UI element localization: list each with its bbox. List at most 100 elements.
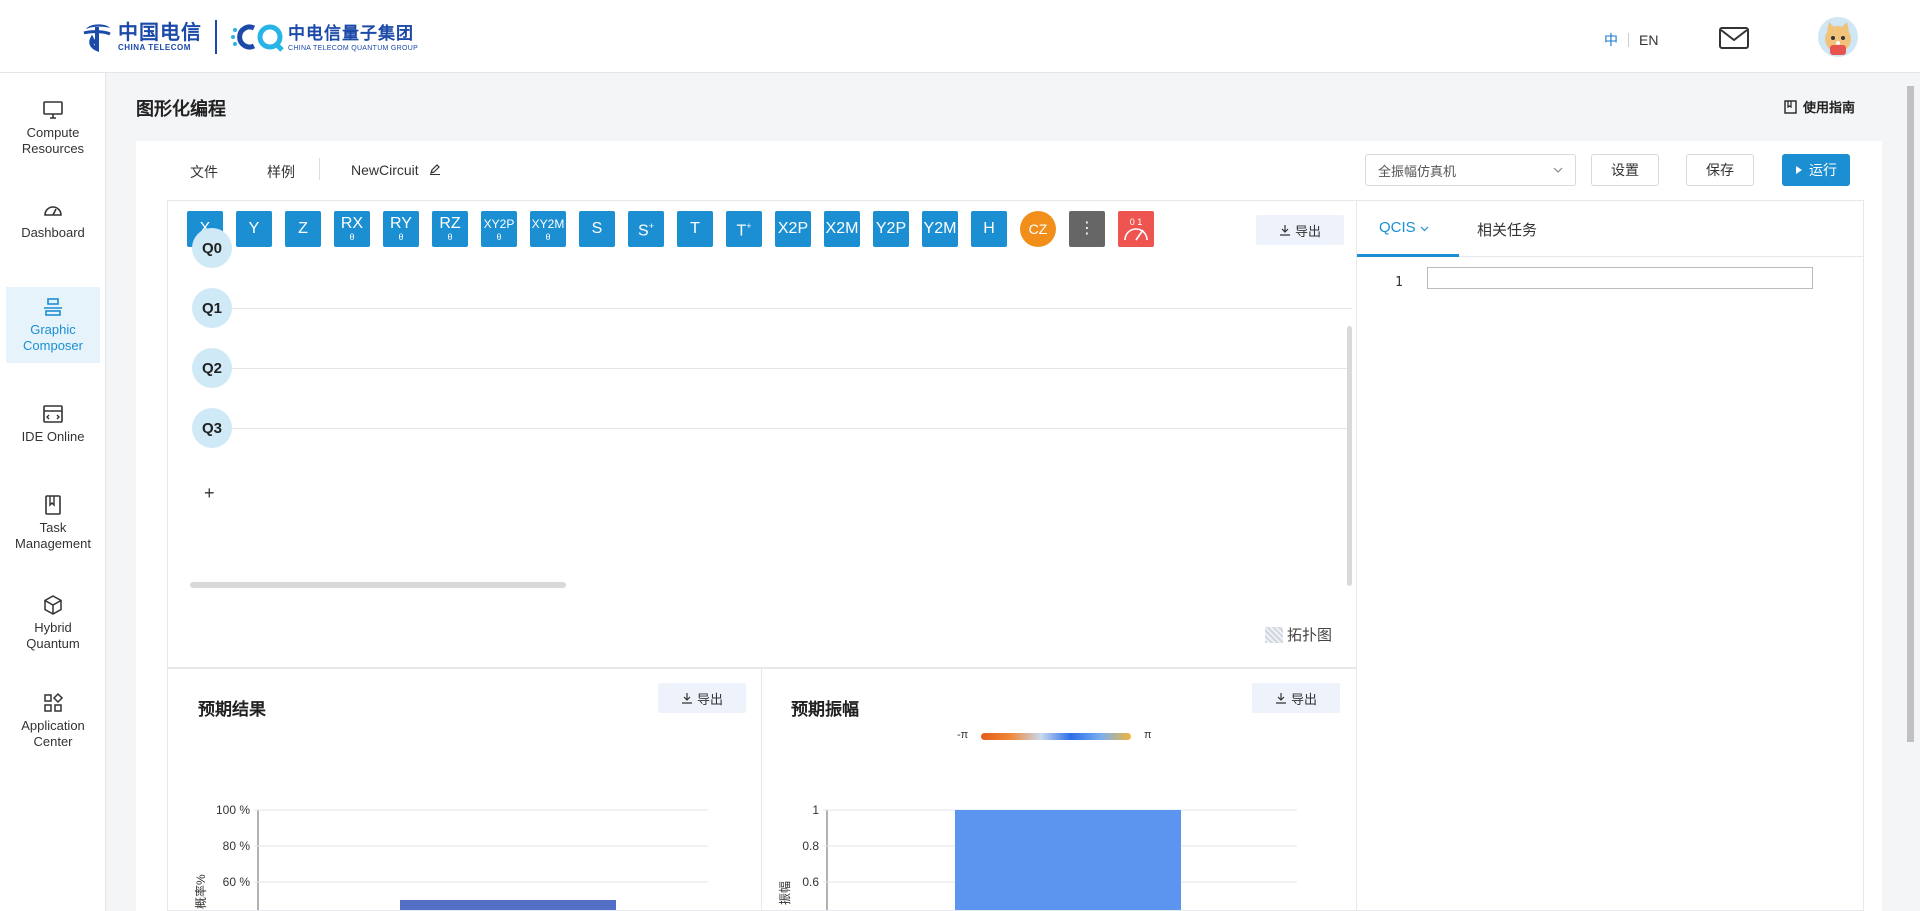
monitor-icon — [43, 101, 63, 119]
amplitude-export-button[interactable]: 导出 — [1252, 683, 1340, 713]
add-qubit-button[interactable]: + — [204, 483, 215, 504]
cube-icon — [44, 595, 62, 615]
composer-icon — [44, 298, 62, 316]
gate-t-dagger[interactable]: T+ — [726, 211, 762, 247]
sidebar-item-dashboard[interactable]: Dashboard — [6, 183, 100, 257]
phase-legend-min: -π — [957, 729, 969, 741]
run-button[interactable]: 运行 — [1782, 154, 1850, 186]
gate-y2p[interactable]: Y2P — [873, 211, 909, 247]
sidebar-item-compute-resources[interactable]: Compute Resources — [6, 91, 100, 165]
lang-en-option[interactable]: EN — [1639, 32, 1658, 48]
circuit-vertical-scrollbar[interactable] — [1347, 326, 1352, 586]
topology-label: 拓扑图 — [1287, 627, 1333, 644]
china-telecom-mark-icon — [83, 24, 111, 52]
circuit-name: NewCircuit — [351, 162, 419, 178]
qubit-label-q3[interactable]: Q3 — [192, 408, 232, 448]
qubit-wire-q1[interactable] — [232, 308, 1352, 309]
gate-barrier[interactable]: ⋮ — [1069, 211, 1105, 247]
page-vertical-scrollbar[interactable] — [1907, 86, 1914, 742]
download-icon — [1279, 225, 1290, 236]
user-avatar[interactable] — [1818, 17, 1858, 57]
circuit-horizontal-scrollbar[interactable] — [190, 582, 566, 588]
save-button[interactable]: 保存 — [1686, 154, 1754, 186]
gate-xy2m[interactable]: XY2M θ — [530, 211, 566, 247]
sidebar-label-dashboard: Dashboard — [21, 225, 85, 240]
sidebar-item-graphic-composer[interactable]: Graphic Composer — [6, 287, 100, 363]
gate-xy2p[interactable]: XY2P θ — [481, 211, 517, 247]
gate-t[interactable]: T — [677, 211, 713, 247]
guide-book-icon — [1784, 99, 1797, 114]
expected-amplitude-card: 预期振幅 导出 -π π 10.80.60.4 振幅 — [761, 668, 1357, 911]
bar[interactable] — [955, 810, 1181, 911]
gate-s-dagger[interactable]: S+ — [628, 211, 664, 247]
sidebar-item-task-management[interactable]: Task Management — [6, 481, 100, 565]
results-export-button[interactable]: 导出 — [658, 683, 746, 713]
mail-icon[interactable] — [1719, 27, 1749, 49]
topology-icon — [1265, 626, 1283, 643]
play-icon — [1796, 166, 1802, 174]
download-icon — [1275, 693, 1286, 704]
top-header: 中国电信 CHINA TELECOM 中电信量子集团 CHINA TELECOM… — [0, 0, 1920, 73]
gate-s[interactable]: S — [579, 211, 615, 247]
tab-qcis[interactable]: QCIS — [1379, 219, 1429, 236]
sidebar-label-ide-online: IDE Online — [21, 429, 85, 444]
y-tick-label: 1 — [812, 803, 819, 817]
sidebar-item-ide-online[interactable]: IDE Online — [6, 387, 100, 461]
gate-palette: X Y Z RXθ RYθ RZθ XY2Pθ XY2Mθ S S+ T T+ … — [168, 201, 1356, 255]
amplitude-export-label: 导出 — [1290, 691, 1317, 707]
user-guide-link[interactable]: 使用指南 — [1784, 97, 1855, 116]
sidebar-label-graphic-composer: Graphic Composer — [23, 322, 83, 353]
logo-ct-cn: 中国电信 — [118, 19, 202, 44]
composer-panel: 文件 样例 NewCircuit 全振幅仿真机 设置 保存 运行 X Y Z R… — [136, 141, 1882, 911]
y-tick-label: 80 % — [223, 839, 251, 853]
page-title: 图形化编程 — [136, 99, 226, 119]
qubit-label-q0[interactable]: Q0 — [192, 228, 232, 268]
logo-q-cn: 中电信量子集团 — [288, 23, 414, 43]
edit-pencil-icon[interactable] — [429, 163, 441, 175]
book-icon — [45, 495, 61, 515]
qubit-wire-q3[interactable] — [232, 428, 1352, 429]
qubit-wire-q2[interactable] — [232, 368, 1352, 369]
file-menu[interactable]: 文件 — [190, 162, 218, 182]
gate-h[interactable]: H — [971, 211, 1007, 247]
results-export-label: 导出 — [696, 691, 723, 707]
circuit-editor: X Y Z RXθ RYθ RZθ XY2Pθ XY2Mθ S S+ T T+ … — [167, 200, 1357, 668]
gate-rz[interactable]: RZ θ — [432, 211, 468, 247]
sidebar-label-task-management: Task Management — [15, 520, 91, 551]
quantum-mark-icon — [231, 24, 284, 52]
gate-measure[interactable]: 0 1 — [1118, 211, 1154, 247]
chevron-down-icon — [1553, 167, 1563, 173]
tab-related-tasks[interactable]: 相关任务 — [1477, 219, 1537, 240]
qubit-label-q1[interactable]: Q1 — [192, 288, 232, 328]
gate-cz[interactable]: CZ — [1020, 211, 1056, 247]
bar[interactable] — [400, 900, 616, 911]
expected-results-card: 预期结果 导出 100 %80 %60 %40 % 概率% — [167, 668, 762, 911]
chevron-down-icon — [1420, 226, 1429, 232]
simulator-select[interactable]: 全振幅仿真机 — [1365, 154, 1576, 186]
sidebar-label-hybrid-quantum: Hybrid Quantum — [26, 620, 80, 651]
settings-button[interactable]: 设置 — [1591, 154, 1659, 186]
sidebar-item-hybrid-quantum[interactable]: Hybrid Quantum — [6, 581, 100, 665]
gate-y2m[interactable]: Y2M — [922, 211, 958, 247]
sidebar-item-application-center[interactable]: Application Center — [6, 679, 100, 763]
circuit-export-label: 导出 — [1294, 223, 1321, 239]
code-editor-input[interactable] — [1427, 267, 1813, 289]
topology-button[interactable]: 拓扑图 — [1265, 624, 1332, 645]
expected-amplitude-title: 预期振幅 — [791, 700, 859, 719]
gate-rx[interactable]: RX θ — [334, 211, 370, 247]
examples-menu[interactable]: 样例 — [267, 162, 295, 182]
gate-y[interactable]: Y — [236, 211, 272, 247]
y-tick-label: 0.6 — [802, 875, 819, 889]
lang-zh-option[interactable]: 中 — [1604, 30, 1618, 50]
gate-z[interactable]: Z — [285, 211, 321, 247]
gate-ry[interactable]: RY θ — [383, 211, 419, 247]
gate-x2p[interactable]: X2P — [775, 211, 811, 247]
gate-x2m[interactable]: X2M — [824, 211, 860, 247]
phase-legend-max: π — [1144, 729, 1152, 741]
logo-divider — [215, 20, 217, 54]
circuit-export-button[interactable]: 导出 — [1256, 215, 1344, 245]
qubit-label-q2[interactable]: Q2 — [192, 348, 232, 388]
quantum-group-logo[interactable]: 中电信量子集团 CHINA TELECOM QUANTUM GROUP — [230, 20, 418, 54]
china-telecom-logo[interactable]: 中国电信 CHINA TELECOM — [80, 19, 202, 53]
amplitude-y-axis-label: 振幅 — [777, 881, 792, 905]
